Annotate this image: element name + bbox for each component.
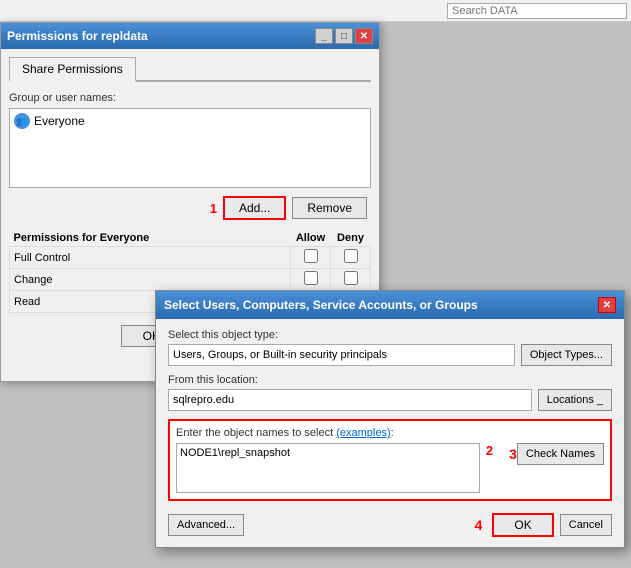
share-permissions-tab[interactable]: Share Permissions (9, 57, 136, 82)
fullcontrol-deny-checkbox[interactable] (344, 249, 358, 263)
object-names-textarea[interactable]: NODE1\repl_snapshot (176, 443, 480, 493)
dialog-titlebar: Select Users, Computers, Service Account… (156, 291, 624, 319)
deny-col-header: Deny (331, 230, 371, 247)
location-label: From this location: (168, 374, 612, 386)
footer-right: 4 OK Cancel (475, 513, 612, 537)
location-row: From this location: Locations _ (168, 374, 612, 411)
dialog-cancel-button[interactable]: Cancel (560, 514, 612, 536)
user-name: Everyone (34, 114, 85, 128)
group-label: Group or user names: (9, 92, 371, 104)
table-row: Change (10, 269, 371, 291)
maximize-button[interactable]: □ (335, 28, 353, 44)
change-deny-checkbox[interactable] (344, 271, 358, 285)
object-type-field-row: Object Types... (168, 344, 612, 366)
object-names-section: Enter the object names to select (exampl… (168, 419, 612, 501)
titlebar-buttons: _ □ ✕ (315, 28, 373, 44)
step1-marker: 1 (210, 201, 217, 216)
step3-marker: 3 (509, 446, 517, 462)
perm-name-change: Change (10, 269, 291, 291)
change-allow-checkbox[interactable] (304, 271, 318, 285)
object-type-input[interactable] (168, 344, 515, 366)
dialog-title: Select Users, Computers, Service Account… (164, 298, 478, 312)
dialog-footer: Advanced... 4 OK Cancel (168, 509, 612, 537)
check-names-button[interactable]: Check Names (517, 443, 604, 465)
footer-left: Advanced... (168, 514, 244, 536)
perm-for-label: Permissions for Everyone (10, 230, 291, 247)
advanced-button[interactable]: Advanced... (168, 514, 244, 536)
names-label-text: Enter the object names to select (176, 427, 333, 439)
object-types-button[interactable]: Object Types... (521, 344, 612, 366)
dialog-close-button[interactable]: ✕ (598, 297, 616, 313)
perm-name-fullcontrol: Full Control (10, 247, 291, 269)
list-item: 👥 Everyone (14, 113, 366, 129)
location-field-row: Locations _ (168, 389, 612, 411)
object-type-label: Select this object type: (168, 329, 612, 341)
allow-col-header: Allow (291, 230, 331, 247)
object-names-label: Enter the object names to select (exampl… (176, 427, 604, 439)
examples-link[interactable]: (examples) (336, 427, 390, 439)
remove-button[interactable]: Remove (292, 197, 367, 219)
location-input[interactable] (168, 389, 532, 411)
step4-marker: 4 (475, 517, 483, 533)
step2-marker: 2 (486, 443, 493, 458)
user-icon: 👥 (14, 113, 30, 129)
user-list-box[interactable]: 👥 Everyone (9, 108, 371, 188)
top-bar (0, 0, 631, 22)
fullcontrol-allow-checkbox[interactable] (304, 249, 318, 263)
close-button[interactable]: ✕ (355, 28, 373, 44)
table-row: Full Control (10, 247, 371, 269)
search-box[interactable] (447, 3, 627, 19)
object-type-row: Select this object type: Object Types... (168, 329, 612, 366)
permissions-titlebar: Permissions for repldata _ □ ✕ (1, 23, 379, 49)
dialog-body: Select this object type: Object Types...… (156, 319, 624, 547)
permissions-title: Permissions for repldata (7, 29, 148, 43)
dialog-ok-button[interactable]: OK (492, 513, 553, 537)
select-users-dialog: Select Users, Computers, Service Account… (155, 290, 625, 548)
tab-bar: Share Permissions (9, 57, 371, 82)
add-button[interactable]: Add... (223, 196, 286, 220)
locations-button[interactable]: Locations _ (538, 389, 612, 411)
search-input[interactable] (452, 5, 622, 17)
minimize-button[interactable]: _ (315, 28, 333, 44)
